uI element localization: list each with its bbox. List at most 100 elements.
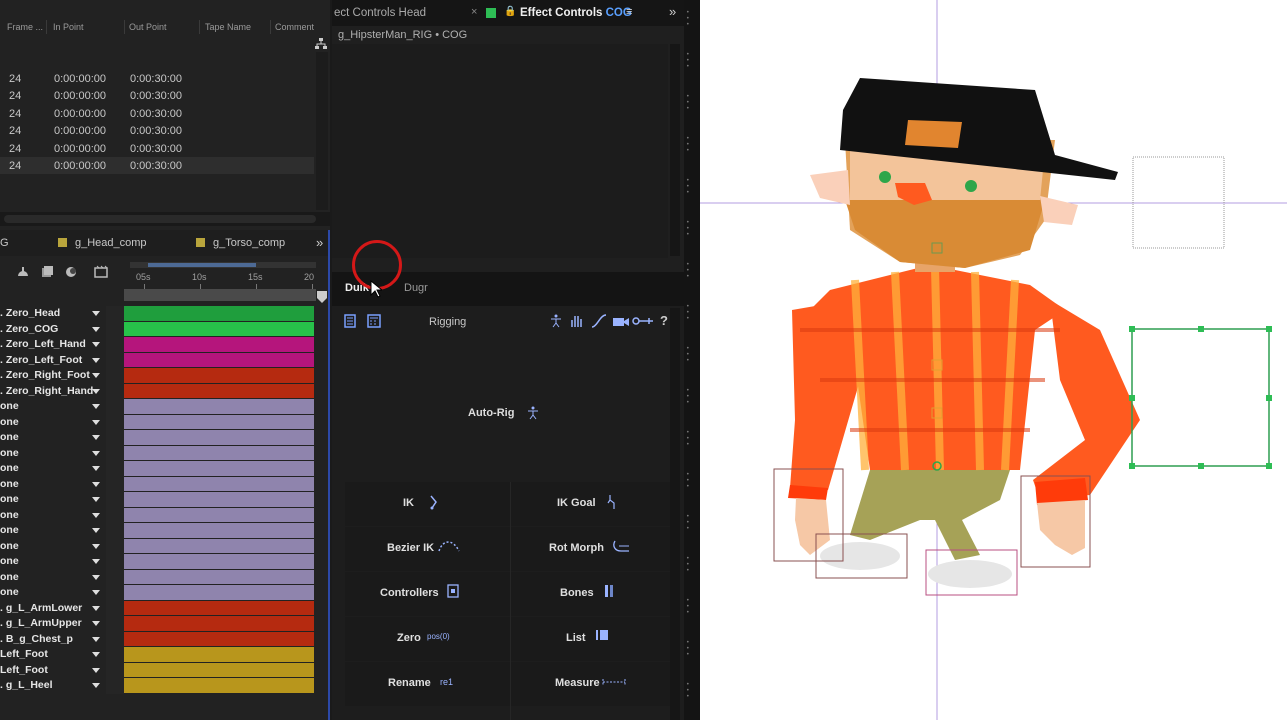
timeline-layer-row[interactable]: . B_g_Chest_p [0, 631, 320, 647]
timeline-layer-row[interactable]: one [0, 430, 320, 446]
col-out-point[interactable]: Out Point [129, 22, 167, 32]
layer-mode-dropdown-icon[interactable] [92, 683, 100, 688]
tab-head-comp[interactable]: g_Head_comp [58, 237, 147, 249]
layer-duration-bar[interactable] [124, 430, 314, 445]
layer-duration-bar[interactable] [124, 585, 314, 600]
col-comment[interactable]: Comment [275, 22, 314, 32]
hand-icon[interactable] [569, 314, 585, 328]
curve-icon[interactable] [591, 314, 607, 328]
timeline-layer-row[interactable]: . Zero_Left_Foot [0, 352, 320, 368]
layer-duration-bar[interactable] [124, 492, 314, 507]
tab-effect-controls-cog[interactable]: Effect Controls COG [520, 7, 632, 19]
layer-duration-bar[interactable] [124, 352, 314, 367]
layer-mode-dropdown-icon[interactable] [92, 419, 100, 425]
frame-blending-icon[interactable] [94, 265, 108, 279]
layer-mode-dropdown-icon[interactable] [92, 636, 100, 642]
tab-comp-g[interactable]: G [0, 237, 9, 249]
layer-duration-bar[interactable] [124, 476, 314, 491]
layer-name[interactable]: Left_Foot [0, 648, 48, 660]
viewer-vertical-ruler[interactable]: • • • • • • • • • • • • • • • • • • • • • • • • • • • • • • • • • • • • • • • •… [684, 0, 700, 720]
layer-name[interactable]: . B_g_Chest_p [0, 633, 73, 645]
timeline-layer-row[interactable]: . g_L_Heel [0, 678, 320, 694]
timeline-layer-row[interactable]: one [0, 507, 320, 523]
layer-mode-dropdown-icon[interactable] [92, 311, 100, 316]
list-button[interactable]: List [511, 617, 676, 661]
timeline-layer-row[interactable]: one [0, 476, 320, 492]
layer-duration-bar[interactable] [124, 383, 314, 398]
layer-name[interactable]: . Zero_Left_Hand [0, 338, 86, 350]
camera-icon[interactable] [612, 314, 630, 328]
timeline-layer-row[interactable]: . Zero_Right_Hand [0, 383, 320, 399]
layer-duration-bar[interactable] [124, 507, 314, 522]
tab-torso-comp[interactable]: g_Torso_comp [196, 237, 285, 249]
project-row-selected[interactable]: 24 0:00:00:00 0:00:30:00 [0, 156, 314, 175]
project-vertical-scrollbar[interactable] [316, 52, 328, 210]
layer-mode-dropdown-icon[interactable] [92, 667, 100, 673]
timeline-layer-row[interactable]: one [0, 492, 320, 508]
layer-duration-bar[interactable] [124, 321, 314, 336]
timeline-layer-row[interactable]: one [0, 585, 320, 601]
timeline-layer-row[interactable]: . g_L_ArmLower [0, 600, 320, 616]
layer-mode-dropdown-icon[interactable] [92, 574, 100, 580]
layer-name[interactable]: one [0, 555, 19, 567]
layer-mode-dropdown-icon[interactable] [92, 590, 100, 595]
layer-name[interactable]: one [0, 431, 19, 443]
timeline-layer-row[interactable]: one [0, 569, 320, 585]
layer-duration-bar[interactable] [124, 631, 314, 646]
col-in-point[interactable]: In Point [53, 22, 84, 32]
layer-duration-bar[interactable] [124, 569, 314, 584]
layer-name[interactable]: . Zero_COG [0, 323, 58, 335]
timeline-layer-row[interactable]: one [0, 399, 320, 415]
layer-name[interactable]: one [0, 400, 19, 412]
layer-name[interactable]: . Zero_Right_Foot [0, 369, 90, 381]
layer-mode-dropdown-icon[interactable] [92, 373, 100, 378]
layer-duration-bar[interactable] [124, 337, 314, 352]
layer-mode-dropdown-icon[interactable] [92, 466, 100, 471]
timeline-layer-row[interactable]: . g_L_ArmUpper [0, 616, 320, 632]
layer-name[interactable]: one [0, 447, 19, 459]
notes-icon[interactable] [344, 314, 356, 328]
project-row[interactable]: 24 0:00:00:00 0:00:30:00 [0, 122, 314, 139]
col-tape-name[interactable]: Tape Name [205, 22, 251, 32]
playhead-end-marker-icon[interactable] [316, 290, 328, 304]
calculator-icon[interactable] [367, 314, 381, 328]
layer-mode-dropdown-icon[interactable] [92, 404, 100, 409]
layer-mode-dropdown-icon[interactable] [92, 497, 100, 502]
layer-mode-dropdown-icon[interactable] [92, 357, 100, 363]
time-ruler[interactable]: 05s 10s 15s 20 [124, 260, 320, 301]
layer-duration-bar[interactable] [124, 538, 314, 553]
bones-button[interactable]: Bones [511, 572, 676, 616]
layer-name[interactable]: . g_L_ArmLower [0, 602, 82, 614]
project-row[interactable]: 24 0:00:00:00 0:00:30:00 [0, 140, 314, 157]
project-row[interactable]: 24 0:00:00:00 0:00:30:00 [0, 87, 314, 104]
timeline-layer-row[interactable]: one [0, 554, 320, 570]
layer-duration-bar[interactable] [124, 554, 314, 569]
layer-mode-dropdown-icon[interactable] [92, 528, 100, 533]
col-frame[interactable]: Frame ... [7, 22, 43, 32]
layer-name[interactable]: . g_L_Heel [0, 679, 53, 691]
layer-duration-bar[interactable] [124, 445, 314, 460]
composition-mini-flowchart-icon[interactable] [16, 265, 30, 279]
timeline-layer-row[interactable]: Left_Foot [0, 647, 320, 663]
layer-duration-bar[interactable] [124, 461, 314, 476]
layer-duration-bar[interactable] [124, 600, 314, 615]
layer-name[interactable]: one [0, 540, 19, 552]
shy-layers-icon[interactable] [64, 265, 78, 279]
measure-button[interactable]: Measure [511, 662, 676, 706]
flowchart-icon[interactable] [315, 38, 327, 50]
timeline-layer-row[interactable]: . Zero_Left_Hand [0, 337, 320, 353]
layer-duration-bar[interactable] [124, 368, 314, 383]
duik-scrollbar[interactable] [670, 308, 680, 720]
layer-name[interactable]: one [0, 571, 19, 583]
layer-duration-bar[interactable] [124, 678, 314, 693]
rot-morph-button[interactable]: Rot Morph [511, 527, 676, 571]
composition-viewer[interactable] [700, 0, 1287, 720]
layer-duration-bar[interactable] [124, 662, 314, 677]
more-tabs-chevron-icon[interactable]: » [316, 235, 323, 250]
layer-duration-bar[interactable] [124, 616, 314, 631]
tab-dugr[interactable]: Dugr [404, 282, 428, 294]
ik-button[interactable]: IK [345, 482, 510, 526]
layer-name[interactable]: one [0, 462, 19, 474]
bezier-ik-button[interactable]: Bezier IK [345, 527, 510, 571]
layer-name[interactable]: Left_Foot [0, 664, 48, 676]
